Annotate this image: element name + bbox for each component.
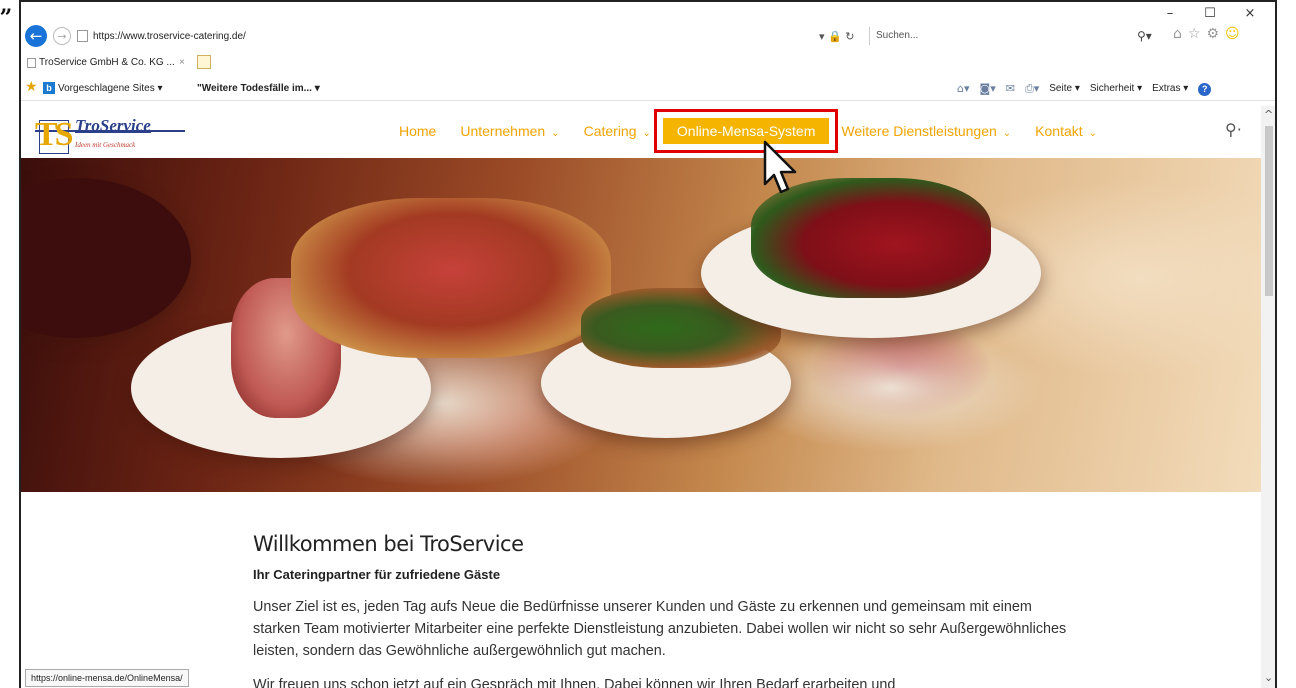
home-icon[interactable]: ⌂▾: [957, 82, 970, 96]
search-icon[interactable]: ⚲·: [1225, 120, 1242, 139]
search-input[interactable]: Suchen...: [869, 27, 1133, 45]
nav-catering[interactable]: Catering ⌄: [572, 118, 663, 144]
page-corner-mark: „: [0, 0, 13, 18]
address-tools: ▾ 🔒 ↻: [819, 28, 854, 46]
tab-title: TroService GmbH & Co. KG ...: [39, 57, 175, 68]
hero-food: [751, 178, 991, 298]
tab-close-icon[interactable]: ×: [179, 54, 185, 72]
new-tab-button[interactable]: [197, 55, 211, 69]
logo-letters: TS: [35, 116, 74, 153]
page-icon: [27, 58, 36, 68]
minimize-button[interactable]: –: [1163, 6, 1177, 21]
lock-icon[interactable]: 🔒: [828, 30, 842, 43]
maximize-button[interactable]: ☐: [1203, 6, 1217, 21]
mouse-cursor-icon: [763, 140, 797, 194]
favorites-star-icon[interactable]: ☆: [1188, 26, 1201, 42]
dropdown-chevron-icon[interactable]: ▾: [819, 30, 825, 43]
scroll-up-icon[interactable]: ^: [1264, 108, 1273, 121]
rss-icon[interactable]: ◙▾: [980, 82, 996, 96]
logo-slogan: Ideen mit Geschmack: [75, 141, 136, 149]
toolbar-icons: ⌂ ☆ ⚙ ☺: [1173, 26, 1240, 42]
page-menu[interactable]: Seite ▾: [1049, 82, 1080, 96]
forward-arrow-icon[interactable]: →: [53, 27, 71, 45]
extras-menu[interactable]: Extras ▾: [1152, 82, 1188, 96]
favorites-star-icon[interactable]: ★: [25, 79, 38, 95]
help-icon[interactable]: ?: [1198, 82, 1212, 96]
hero-plate: [21, 178, 191, 338]
status-url-tooltip: https://online-mensa.de/OnlineMensa/: [25, 669, 189, 687]
news-feed-link[interactable]: "Weitere Todesfälle im... ▾: [197, 82, 320, 96]
search-icon[interactable]: ⚲▾: [1137, 27, 1152, 45]
refresh-icon[interactable]: ↻: [845, 30, 854, 43]
hero-food: [291, 198, 611, 358]
intro-paragraph: Unser Ziel ist es, jeden Tag aufs Neue d…: [253, 599, 1067, 659]
hero-image: [21, 158, 1261, 492]
security-menu[interactable]: Sicherheit ▾: [1090, 82, 1142, 96]
command-bar: ⌂▾ ◙▾ ✉ ⎙▾ Seite ▾ Sicherheit ▾ Extras ▾…: [957, 82, 1212, 96]
close-window-button[interactable]: ×: [1243, 6, 1257, 21]
address-bar-row: ← → https://www.troservice-catering.de/ …: [21, 24, 1275, 50]
chevron-down-icon: ⌄: [551, 128, 560, 139]
main-nav: Home Unternehmen ⌄ Catering ⌄ Online-Mensa…: [387, 109, 1109, 153]
site-logo[interactable]: TS TroService Ideen mit Geschmack: [35, 116, 185, 156]
chevron-down-icon: ⌄: [1088, 128, 1098, 139]
scroll-down-icon[interactable]: ⌄: [1264, 671, 1273, 684]
nav-weitere-dienstleistungen[interactable]: Weitere Dienstleistungen ⌄: [829, 118, 1023, 144]
suggested-sites-link[interactable]: b Vorgeschlagene Sites ▾: [43, 82, 163, 96]
smiley-icon[interactable]: ☺: [1225, 26, 1240, 42]
print-icon[interactable]: ⎙▾: [1025, 82, 1039, 96]
nav-unternehmen[interactable]: Unternehmen ⌄: [448, 118, 571, 144]
site-header: TS TroService Ideen mit Geschmack Home U…: [21, 106, 1261, 158]
chevron-down-icon: ⌄: [1002, 128, 1012, 139]
nav-online-mensa-system[interactable]: Online-Mensa-System: [653, 109, 839, 153]
page-scrollbar[interactable]: ^ ⌄: [1261, 106, 1275, 688]
tab-troservice[interactable]: TroService GmbH & Co. KG ... ×: [25, 54, 215, 72]
favorites-bar: ★ b Vorgeschlagene Sites ▾ "Weitere Todes…: [21, 78, 1275, 101]
window-controls: – ☐ ×: [1163, 6, 1257, 21]
tab-row: TroService GmbH & Co. KG ... ×: [21, 52, 1275, 74]
back-arrow-icon[interactable]: ←: [25, 25, 47, 47]
main-content: Willkommen bei TroService Ihr Cateringpa…: [253, 530, 1073, 688]
second-paragraph: Wir freuen uns schon jetzt auf ein Gespr…: [253, 677, 896, 688]
settings-gear-icon[interactable]: ⚙: [1206, 26, 1219, 42]
page-subtitle: Ihr Cateringpartner für zufriedene Gäste: [253, 567, 501, 582]
page-icon: [77, 30, 88, 42]
bing-icon: b: [43, 82, 55, 95]
browser-window: – ☐ × ← → https://www.troservice-caterin…: [19, 0, 1277, 688]
mail-icon[interactable]: ✉: [1006, 82, 1015, 96]
nav-home[interactable]: Home: [387, 118, 448, 144]
logo-brand: TroService: [75, 116, 151, 135]
scrollbar-thumb[interactable]: [1265, 126, 1273, 296]
home-icon[interactable]: ⌂: [1173, 26, 1182, 42]
address-input[interactable]: https://www.troservice-catering.de/: [93, 28, 853, 46]
page-title: Willkommen bei TroService: [253, 532, 524, 556]
nav-kontakt[interactable]: Kontakt ⌄: [1023, 118, 1109, 144]
chevron-down-icon: ⌄: [642, 128, 651, 139]
